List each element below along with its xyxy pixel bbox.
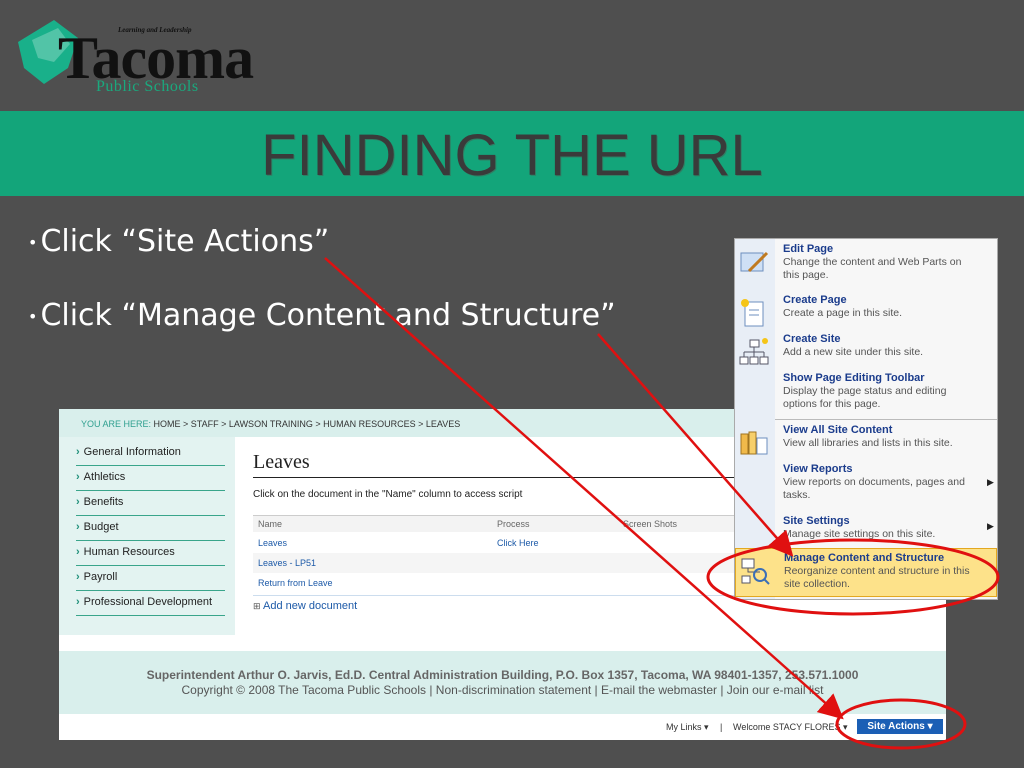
table-row: Leaves Click Here [253,533,753,553]
nav-item-payroll[interactable]: › Payroll [76,566,225,591]
page-footer: Superintendent Arthur O. Jarvis, Ed.D. C… [59,651,946,714]
menu-item-title: View Reports [783,463,853,475]
menu-item-edit-page[interactable]: Edit Page Change the content and Web Par… [735,243,997,289]
library-icon [740,431,768,455]
slide-title: FINDING THE URL [261,123,763,188]
create-page-icon [741,299,764,327]
row-process-link[interactable]: Click Here [497,538,539,548]
column-header-name[interactable]: Name [258,519,282,529]
add-new-document-link[interactable]: ⊞ Add new document [253,600,357,612]
menu-item-manage-content-and-structure[interactable]: Manage Content and Structure Reorganize … [735,548,997,597]
menu-icon-column [735,239,775,599]
site-structure-icon [741,558,770,585]
menu-item-title: Create Page [783,294,847,306]
nav-item-budget[interactable]: › Budget [76,516,225,541]
menu-divider [775,419,997,420]
status-bar: My Links ▾ | Welcome STACY FLORES ▾ Site… [59,714,946,740]
nav-item-benefits[interactable]: › Benefits [76,491,225,516]
footer-links[interactable]: Copyright © 2008 The Tacoma Public Schoo… [59,683,946,697]
column-header-process[interactable]: Process [497,519,530,529]
chevron-right-icon: › [76,546,80,558]
chevron-right-icon: › [76,521,80,533]
menu-item-desc: Create a page in this site. [783,307,903,319]
table-bottom-rule [253,595,753,596]
row-name-link[interactable]: Leaves - LP51 [258,558,316,568]
menu-item-create-site[interactable]: Create Site Add a new site under this si… [735,333,997,369]
chevron-right-icon: › [76,596,80,608]
menu-item-desc: Add a new site under this site. [783,346,924,358]
logo-subtitle: Public Schools [96,78,199,95]
menu-item-desc: View all libraries and lists in this sit… [783,437,953,449]
menu-item-title: Site Settings [783,515,850,527]
site-actions-button[interactable]: Site Actions ▾ [857,719,943,734]
title-divider [253,477,753,478]
menu-item-title: Manage Content and Structure [784,552,945,564]
nav-item-professional-development[interactable]: › Professional Development [76,591,225,616]
tacoma-public-schools-logo: Learning and Leadership Tacoma Public Sc… [14,14,254,100]
nav-item-athletics[interactable]: › Athletics [76,466,225,491]
chevron-right-icon: › [76,496,80,508]
footer-address: Superintendent Arthur O. Jarvis, Ed.D. C… [146,668,859,682]
instruction-text: Click on the document in the "Name" colu… [253,489,523,500]
chevron-right-icon: › [76,446,80,458]
nav-item-general-information[interactable]: › General Information [76,441,225,466]
submenu-arrow-icon: ▶ [987,521,994,531]
menu-item-create-page[interactable]: Create Page Create a page in this site. [735,294,997,330]
site-actions-menu: Edit Page Change the content and Web Par… [734,238,998,600]
bullet-2-text: Click “Manage Content and Structure” [40,298,616,333]
column-header-screen-shots[interactable]: Screen Shots [623,519,677,529]
menu-item-desc: View reports on documents, pages and tas… [783,476,965,501]
table-header: Name Process Screen Shots [253,515,753,532]
menu-item-desc: Reorganize content and structure in this… [784,565,970,590]
edit-page-icon [740,251,769,273]
bullet-1-text: Click “Site Actions” [40,224,330,259]
chevron-right-icon: › [76,571,80,583]
menu-item-title: Create Site [783,333,841,345]
menu-item-desc: Manage site settings on this site. [783,528,936,540]
chevron-right-icon: › [76,471,80,483]
row-name-link[interactable]: Leaves [258,538,287,548]
menu-item-desc: Change the content and Web Parts on this… [783,256,962,281]
welcome-user-menu[interactable]: Welcome STACY FLORES ▾ [733,722,848,733]
left-navigation: › General Information › Athletics › Benefit… [59,437,235,635]
menu-item-site-settings[interactable]: Site Settings Manage site settings on th… [735,515,997,545]
my-links-menu[interactable]: My Links ▾ [666,722,709,733]
page-title: Leaves [253,451,310,473]
table-row: Leaves - LP51 [253,553,753,573]
create-site-icon [739,338,769,365]
menu-item-desc: Display the page status and editing opti… [783,385,947,410]
menu-item-view-reports[interactable]: View Reports View reports on documents, … [735,463,997,509]
menu-item-view-all-site-content[interactable]: View All Site Content View all libraries… [735,424,997,460]
submenu-arrow-icon: ▶ [987,477,994,487]
menu-item-title: View All Site Content [783,424,893,436]
menu-item-title: Edit Page [783,243,834,255]
menu-item-show-page-editing-toolbar[interactable]: Show Page Editing Toolbar Display the pa… [735,372,997,418]
table-row: Return from Leave [253,573,753,593]
bullet-1: • Click “Site Actions” [28,224,330,259]
bullet-2: • Click “Manage Content and Structure” [28,298,616,333]
breadcrumb-path[interactable]: HOME > STAFF > LAWSON TRAINING > HUMAN R… [154,419,461,429]
row-name-link[interactable]: Return from Leave [258,578,333,588]
status-separator: | [720,722,723,732]
menu-item-title: Show Page Editing Toolbar [783,372,925,384]
plus-box-icon: ⊞ [253,601,261,611]
nav-item-human-resources[interactable]: › Human Resources [76,541,225,566]
breadcrumb-prefix: YOU ARE HERE: [81,419,152,429]
